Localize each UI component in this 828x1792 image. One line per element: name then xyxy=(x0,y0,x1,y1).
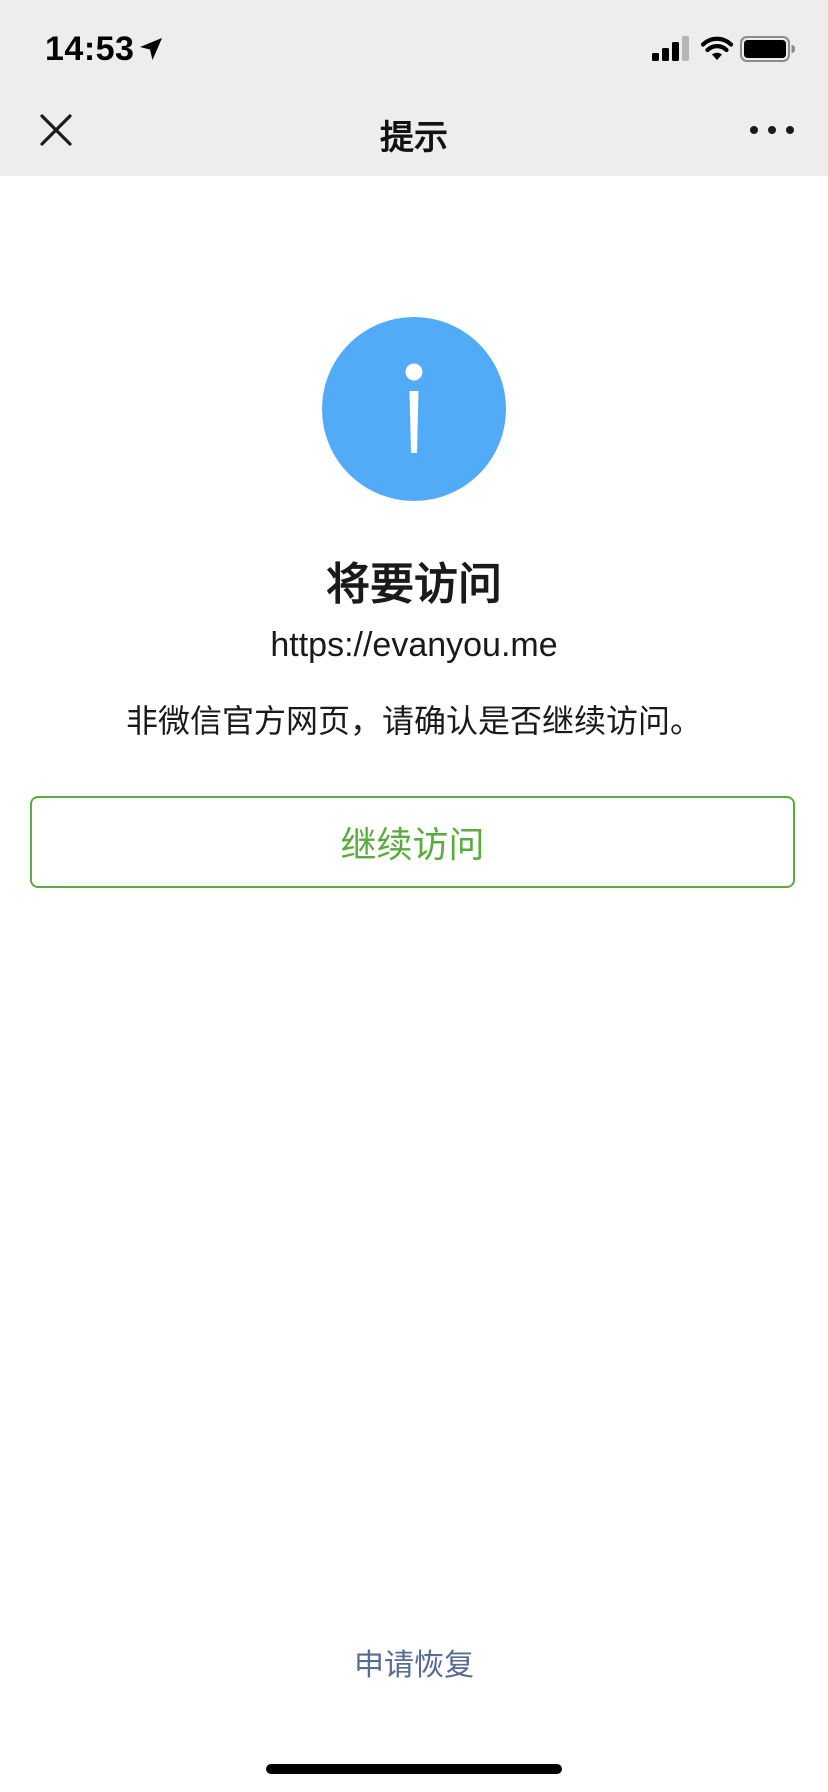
page-title: 提示 xyxy=(380,118,448,158)
cellular-signal-icon xyxy=(652,36,689,61)
more-icon[interactable] xyxy=(746,110,798,150)
target-url: https://evanyou.me xyxy=(270,626,558,664)
warning-heading: 将要访问 xyxy=(326,559,502,610)
location-arrow-icon xyxy=(140,38,162,60)
info-icon xyxy=(322,317,506,501)
navigation-bar: 提示 xyxy=(0,96,828,176)
request-restore-link[interactable]: 申请恢复 xyxy=(354,1648,474,1683)
continue-visit-button[interactable]: 继续访问 xyxy=(30,796,795,888)
battery-icon xyxy=(740,36,795,62)
status-time: 14:53 xyxy=(45,30,135,68)
home-indicator[interactable] xyxy=(266,1764,562,1774)
status-bar: 14:53 xyxy=(0,0,828,96)
continue-visit-label: 继续访问 xyxy=(340,825,485,866)
wifi-icon xyxy=(700,36,734,60)
warning-message: 非微信官方网页，请确认是否继续访问。 xyxy=(125,702,702,740)
request-restore-link-row: 申请恢复 xyxy=(0,1640,828,1684)
top-bar-area: 14:53 提示 xyxy=(0,0,828,176)
